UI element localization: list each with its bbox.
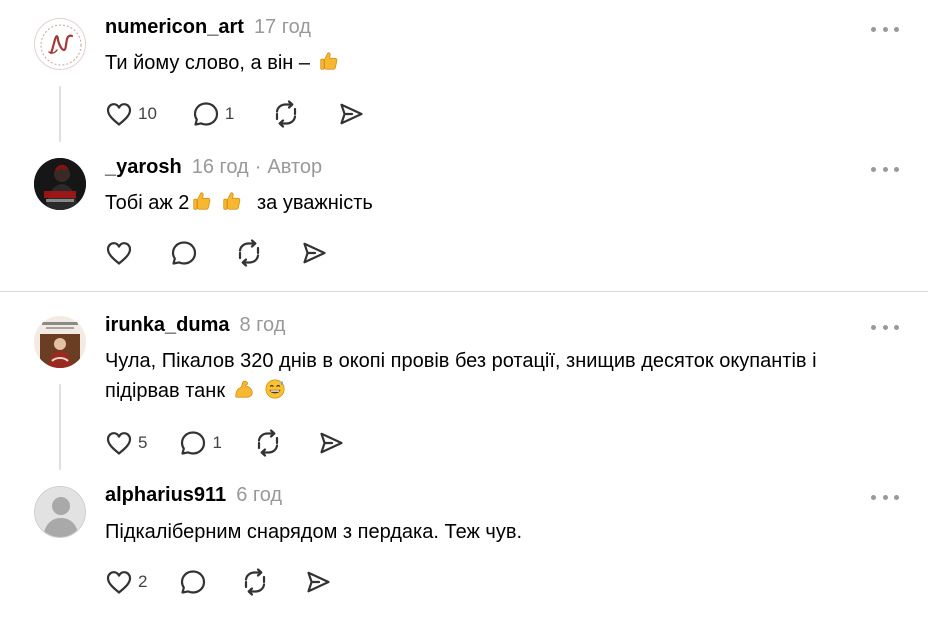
comment-actions — [104, 238, 329, 268]
avatar[interactable] — [34, 18, 86, 70]
reply-button[interactable]: 1 — [178, 428, 222, 458]
reply-button[interactable]: 1 — [191, 99, 234, 129]
more-dot-icon — [871, 324, 876, 330]
repost-button[interactable] — [253, 428, 283, 458]
comment-actions: 5 1 — [104, 428, 346, 458]
thread-divider — [0, 291, 928, 292]
more-options-button[interactable] — [871, 163, 899, 175]
more-options-button[interactable] — [871, 491, 899, 503]
thread-line — [59, 86, 61, 142]
separator: · — [254, 156, 262, 178]
repost-button[interactable] — [234, 238, 264, 268]
comment-header: _yarosh 16 год · Автор — [105, 156, 322, 182]
thumbs-up-emoji-icon — [318, 50, 340, 72]
reply-button[interactable] — [169, 238, 199, 268]
like-button[interactable]: 5 — [104, 428, 147, 458]
thumbs-up-emoji-icon — [221, 190, 243, 212]
reply-count: 1 — [224, 104, 235, 123]
more-dot-icon — [871, 494, 876, 500]
heart-icon — [104, 238, 134, 268]
comment-header: numericon_art 17 год — [105, 16, 311, 42]
paper-plane-icon — [336, 99, 366, 129]
like-count: 2 — [138, 572, 148, 591]
comment-text-prefix: Тобі аж 2 — [105, 192, 190, 214]
speech-bubble-icon — [191, 99, 221, 129]
paper-plane-icon — [303, 567, 333, 597]
more-dot-icon — [882, 166, 888, 172]
repost-button[interactable] — [271, 99, 301, 129]
avatar[interactable] — [34, 316, 86, 368]
comment-text-content: Ти йому слово, а він – — [105, 52, 311, 74]
thread-line — [59, 384, 61, 470]
more-dot-icon — [882, 26, 888, 32]
comment-header: irunka_duma 8 год — [105, 314, 285, 340]
comment-text-line: підірвав танк — [105, 380, 226, 402]
comment-text-line: Чула, Пікалов 320 днів в окопі провів бе… — [105, 350, 817, 372]
more-dot-icon — [882, 324, 888, 330]
flexed-biceps-emoji-icon — [233, 378, 255, 400]
repost-icon — [253, 428, 283, 458]
heart-icon — [104, 99, 134, 129]
more-options-button[interactable] — [871, 321, 899, 333]
repost-icon — [271, 99, 301, 129]
username[interactable]: irunka_duma — [105, 314, 229, 337]
comment-actions: 10 1 — [104, 99, 366, 129]
more-dot-icon — [894, 166, 899, 172]
speech-bubble-icon — [178, 428, 208, 458]
share-button[interactable] — [299, 238, 329, 268]
default-avatar-icon — [35, 487, 85, 537]
comment-text: Тобі аж 2 за уважність — [105, 188, 895, 218]
more-dot-icon — [871, 166, 876, 172]
script-n-logo-icon — [40, 24, 82, 66]
speech-bubble-icon — [178, 567, 208, 597]
username[interactable]: numericon_art — [105, 16, 244, 39]
comment-text: Підкаліберним снарядом з пердака. Теж чу… — [105, 517, 895, 547]
repost-icon — [240, 567, 270, 597]
share-button[interactable] — [316, 428, 346, 458]
more-dot-icon — [882, 494, 888, 500]
timestamp[interactable]: 6 год — [236, 484, 282, 507]
author-badge: Автор — [267, 156, 323, 178]
comment-text: Ти йому слово, а він – — [105, 48, 895, 78]
heart-icon — [104, 428, 134, 458]
more-dot-icon — [894, 324, 899, 330]
more-options-button[interactable] — [871, 23, 899, 35]
like-count: 10 — [138, 104, 157, 123]
username[interactable]: alpharius911 — [105, 484, 226, 507]
repost-button[interactable] — [240, 567, 270, 597]
profile-photo-icon — [34, 158, 86, 210]
avatar[interactable] — [34, 158, 86, 210]
like-button[interactable]: 2 — [104, 567, 147, 597]
like-button[interactable]: 10 — [104, 99, 157, 129]
reply-count: 1 — [212, 433, 222, 452]
grinning-sweat-emoji-icon — [264, 378, 286, 400]
comment-text-suffix: за уважність — [256, 192, 373, 214]
share-button[interactable] — [303, 567, 333, 597]
timestamp[interactable]: 16 год — [192, 156, 249, 179]
more-dot-icon — [871, 26, 876, 32]
thumbs-up-emoji-icon — [191, 190, 213, 212]
paper-plane-icon — [299, 238, 329, 268]
username[interactable]: _yarosh — [105, 156, 182, 179]
timestamp[interactable]: 17 год — [254, 16, 311, 39]
share-button[interactable] — [336, 99, 366, 129]
heart-icon — [104, 567, 134, 597]
comment-text-content: Підкаліберним снарядом з пердака. Теж чу… — [105, 521, 523, 543]
paper-plane-icon — [316, 428, 346, 458]
repost-icon — [234, 238, 264, 268]
timestamp[interactable]: 8 год — [239, 314, 285, 337]
avatar[interactable] — [34, 486, 86, 538]
profile-photo-icon — [34, 316, 86, 368]
comment-header: alpharius911 6 год — [105, 484, 282, 510]
comment-actions: 2 — [104, 567, 333, 597]
like-count: 5 — [138, 433, 148, 452]
speech-bubble-icon — [169, 238, 199, 268]
more-dot-icon — [894, 494, 899, 500]
comment-text: Чула, Пікалов 320 днів в окопі провів бе… — [105, 346, 895, 406]
reply-button[interactable] — [178, 567, 208, 597]
like-button[interactable] — [104, 238, 134, 268]
more-dot-icon — [894, 26, 899, 32]
